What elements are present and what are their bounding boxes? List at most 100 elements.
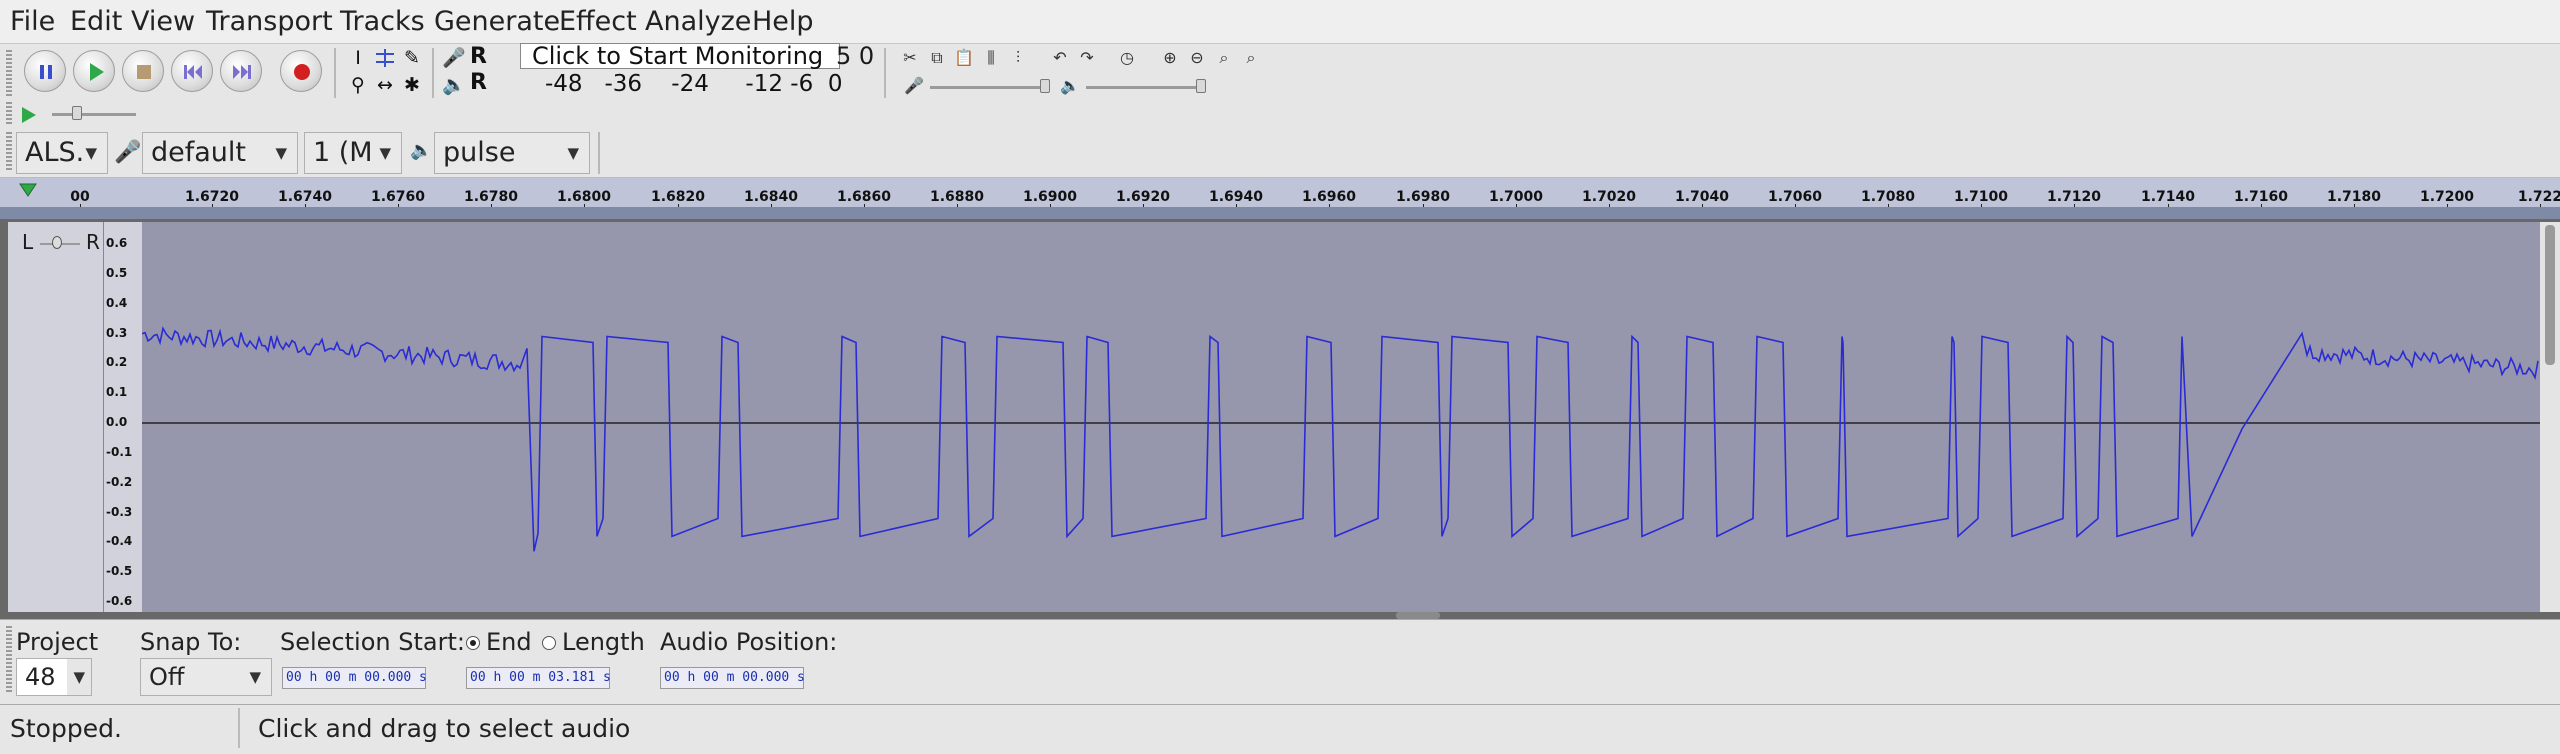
undo-icon[interactable]: ↶	[1048, 46, 1072, 70]
draw-tool-icon[interactable]: ✎	[400, 46, 424, 70]
amplitude-tick-label: -0.2	[106, 474, 133, 489]
recording-device-select[interactable]: default ▼	[142, 132, 298, 174]
device-toolbar-grip[interactable]	[6, 132, 12, 172]
ruler-tick-label: 1.6760	[370, 189, 426, 205]
silence-icon[interactable]: ⫶	[1006, 46, 1030, 70]
project-rate-select[interactable]: 48 ▼	[16, 658, 92, 696]
chevron-down-icon: ▼	[85, 144, 97, 162]
ruler-tick-label: 1.7140	[2140, 189, 2196, 205]
ruler-tick-label: 1.6820	[650, 189, 706, 205]
selection-end-time[interactable]: 00 h 00 m 03.181 s	[466, 667, 611, 689]
stop-icon	[137, 65, 151, 79]
zoom-out-icon[interactable]: ⊖	[1185, 46, 1209, 70]
pan-slider-thumb[interactable]	[52, 236, 62, 249]
paste-icon[interactable]: 📋	[952, 46, 976, 70]
zoom-tool-icon[interactable]: ⚲	[346, 73, 370, 97]
chevron-down-icon: ▼	[275, 144, 287, 162]
menu-view[interactable]: View	[131, 6, 195, 37]
vertical-scrollbar-thumb[interactable]	[2545, 225, 2555, 365]
pause-icon	[40, 65, 52, 79]
skip-start-icon	[184, 65, 202, 79]
chevron-down-icon: ▼	[67, 659, 91, 695]
length-radio[interactable]	[542, 636, 556, 650]
record-button[interactable]	[280, 50, 322, 92]
menu-analyze[interactable]: Analyze	[645, 6, 751, 37]
menu-file[interactable]: File	[10, 6, 55, 37]
fit-project-icon[interactable]: ⌕	[1239, 46, 1263, 70]
pan-right-label: R	[86, 230, 100, 254]
waveform-display[interactable]	[142, 222, 2540, 612]
amplitude-tick-label: 0.5	[106, 265, 128, 280]
recording-channels-value: 1 (M	[313, 137, 373, 168]
playback-meter-speaker-icon[interactable]: 🔈	[442, 73, 466, 97]
menu-transport[interactable]: Transport	[206, 6, 333, 37]
transport-toolbar-grip[interactable]	[6, 50, 12, 96]
playback-meter-scale[interactable]: -48 -36 -24 -12 -6 0	[545, 71, 843, 97]
project-rate-label: Project	[16, 628, 99, 656]
start-monitoring-label[interactable]: Click to Start Monitoring	[532, 42, 823, 70]
meter-channel-label: R	[470, 44, 487, 69]
audio-host-select[interactable]: ALS. ▼	[16, 132, 108, 174]
zoom-in-icon[interactable]: ⊕	[1158, 46, 1182, 70]
copy-icon[interactable]: ⧉	[925, 46, 949, 70]
audio-position-time[interactable]: 00 h 00 m 00.000 s	[660, 667, 805, 689]
recording-volume-thumb[interactable]	[1040, 79, 1050, 93]
play-at-speed-button[interactable]	[18, 104, 40, 130]
track-resize-handle[interactable]	[1396, 612, 1440, 619]
selection-start-label: Selection Start:	[280, 628, 465, 656]
toolbar-separator	[432, 48, 434, 98]
stop-button[interactable]	[122, 50, 164, 92]
ruler-tick-label: 1.6840	[743, 189, 799, 205]
selection-start-time[interactable]: 00 h 00 m 00.000 s	[282, 667, 427, 689]
redo-icon[interactable]: ↷	[1075, 46, 1099, 70]
skip-to-start-button[interactable]	[171, 50, 213, 92]
menu-help[interactable]: Help	[752, 6, 814, 37]
playback-device-select[interactable]: pulse ▼	[434, 132, 590, 174]
pause-button[interactable]	[24, 50, 66, 92]
time-shift-tool-icon[interactable]: ↔	[373, 73, 397, 97]
menu-tracks[interactable]: Tracks	[340, 6, 425, 37]
ruler-timeline-bar[interactable]	[0, 207, 2560, 219]
fit-selection-icon[interactable]: ⌕	[1212, 46, 1236, 70]
cut-icon[interactable]: ✂	[898, 46, 922, 70]
selection-tool-icon[interactable]: I	[346, 46, 370, 70]
play-at-speed-grip[interactable]	[6, 102, 12, 126]
menu-edit[interactable]: Edit	[70, 6, 122, 37]
status-state: Stopped.	[10, 714, 122, 743]
end-radio[interactable]	[466, 636, 480, 650]
play-icon	[90, 63, 104, 81]
length-radio-label[interactable]: Length	[562, 628, 645, 656]
menu-effect[interactable]: Effect	[559, 6, 637, 37]
recording-channels-select[interactable]: 1 (M ▼	[304, 132, 402, 174]
selection-toolbar-grip[interactable]	[6, 626, 12, 694]
snap-to-select[interactable]: Off ▼	[140, 658, 272, 696]
playback-volume-speaker-icon: 🔈	[1060, 76, 1080, 95]
playback-volume-thumb[interactable]	[1196, 79, 1206, 93]
play-button[interactable]	[73, 50, 115, 92]
playback-volume-slider[interactable]	[1086, 86, 1206, 89]
playback-speed-thumb[interactable]	[72, 106, 82, 120]
skip-to-end-button[interactable]	[220, 50, 262, 92]
amplitude-tick-label: 0.6	[106, 236, 128, 250]
playback-speed-slider[interactable]	[52, 113, 136, 116]
chevron-down-icon: ▼	[379, 144, 391, 162]
end-radio-label[interactable]: End	[486, 628, 532, 656]
ruler-tick-label: 1.722	[2517, 189, 2560, 205]
menu-generate[interactable]: Generate	[434, 6, 560, 37]
ruler-tick-label: 1.6880	[929, 189, 985, 205]
ruler-tick-label: 1.6900	[1022, 189, 1078, 205]
envelope-tool-icon[interactable]	[373, 46, 397, 70]
record-meter-mic-icon[interactable]: 🎤	[442, 46, 466, 70]
trim-icon[interactable]: ⫼	[979, 46, 1003, 70]
track-control-panel[interactable]	[8, 222, 104, 612]
ruler-tick-label: 1.7100	[1953, 189, 2009, 205]
recording-volume-slider[interactable]	[930, 86, 1050, 89]
multi-tool-icon[interactable]: ✱	[400, 73, 424, 97]
ruler-tick-label: 1.6980	[1395, 189, 1451, 205]
ruler-tick-label: 1.7200	[2419, 189, 2475, 205]
menu-bar: File Edit View Transport Tracks Generate…	[0, 0, 2560, 44]
sync-lock-icon[interactable]: ◷	[1115, 46, 1139, 70]
recording-device-value: default	[151, 137, 247, 168]
play-head-marker-icon[interactable]	[18, 182, 38, 204]
ruler-tick-label: 1.6860	[836, 189, 892, 205]
